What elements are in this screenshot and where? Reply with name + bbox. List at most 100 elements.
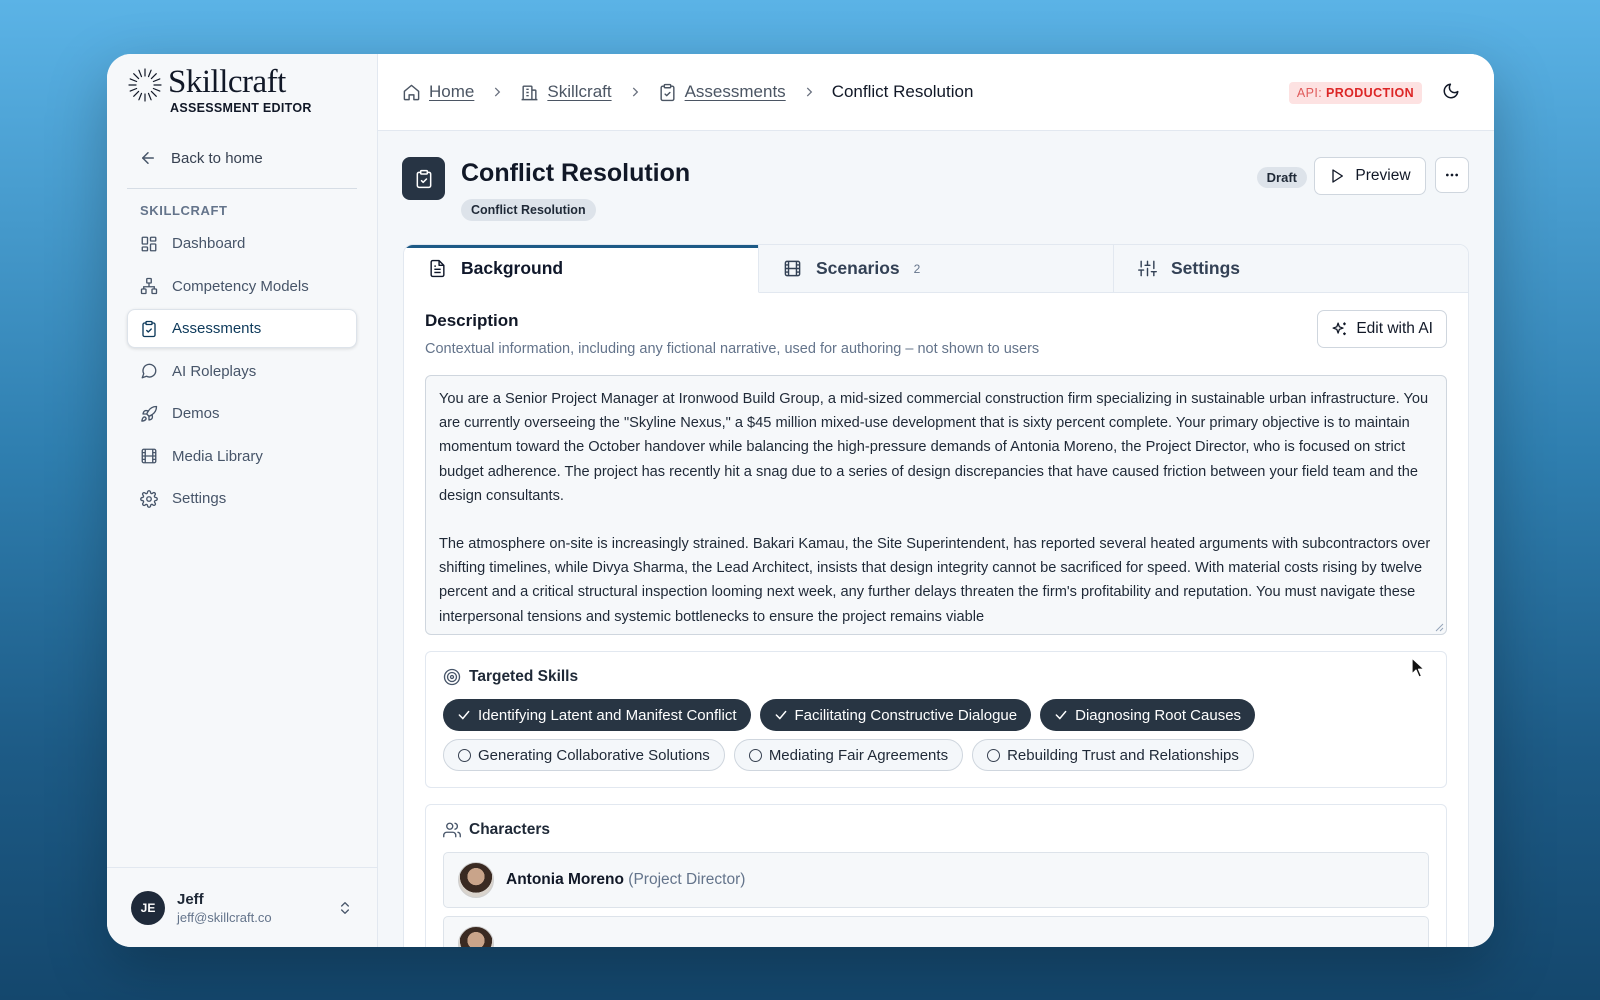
sidebar-item-label: Assessments [172,320,262,337]
skill-chip-unselected[interactable]: Rebuilding Trust and Relationships [972,739,1254,771]
sidebar-item-media-library[interactable]: Media Library [127,437,357,476]
status-badge: Draft [1256,167,1307,188]
home-icon [403,84,420,100]
sidebar-item-competency-models[interactable]: Competency Models [127,267,357,306]
preview-button[interactable]: Preview [1314,157,1426,195]
gear-icon [140,489,158,508]
skill-chips: Identifying Latent and Manifest Conflict… [443,699,1429,771]
tab-bar: Background Scenarios 2 Settings [404,245,1468,293]
skill-chip-label: Identifying Latent and Manifest Conflict [478,706,737,724]
user-name: Jeff [177,890,204,908]
page-tag: Conflict Resolution [461,199,596,221]
tab-label: Background [461,258,564,278]
description-paragraph: You are a Senior Project Manager at Iron… [439,391,1429,504]
network-icon [140,277,158,295]
skill-chip-unselected[interactable]: Generating Collaborative Solutions [443,739,725,771]
tab-count: 2 [913,261,921,276]
character-row[interactable] [443,916,1429,947]
sidebar-item-demos[interactable]: Demos [127,394,357,433]
skill-chip-label: Mediating Fair Agreements [768,746,949,764]
breadcrumb-current: Conflict Resolution [831,82,974,101]
back-to-home-label: Back to home [171,149,263,167]
breadcrumb: Home Skillcraft Assessments Conflict Res… [402,82,973,102]
api-badge-prefix: API: [1296,86,1323,100]
user-menu[interactable]: JE Jeff jeff@skillcraft.co [107,867,377,947]
more-options-button[interactable] [1435,157,1469,193]
empty-circle-icon [458,748,471,762]
moon-icon [1443,83,1459,99]
description-paragraph: The atmosphere on-site is increasingly s… [439,536,1431,625]
sidebar-divider [127,188,357,189]
clipboard-check-icon [416,169,431,188]
skill-chip-label: Rebuilding Trust and Relationships [1007,746,1239,764]
characters-title: Characters [443,821,1429,839]
top-bar: Home Skillcraft Assessments Conflict Res… [378,54,1494,131]
brand[interactable]: Skillcraft ASSESSMENT EDITOR [107,54,377,116]
characters-panel: Characters Antonia Moreno (Project Direc… [425,804,1447,947]
sunburst-logo-icon [128,68,162,102]
app-window: Skillcraft ASSESSMENT EDITOR Back to hom… [107,54,1494,947]
users-icon [443,822,461,838]
theme-toggle-button[interactable] [1442,82,1460,105]
breadcrumb-label: Assessments [684,82,786,101]
edit-with-ai-label: Edit with AI [1356,320,1433,337]
skill-chip-unselected[interactable]: Mediating Fair Agreements [733,739,964,771]
chevron-right-icon [490,85,504,99]
character-name: Antonia Moreno [506,871,624,888]
breadcrumb-skillcraft[interactable]: Skillcraft [520,82,612,102]
api-badge-env: PRODUCTION [1325,86,1414,100]
character-avatar [458,926,494,947]
user-email: jeff@skillcraft.co [177,909,272,925]
tab-label: Settings [1171,258,1241,278]
tab-scenarios[interactable]: Scenarios 2 [759,245,1114,292]
skill-chip-selected[interactable]: Identifying Latent and Manifest Conflict [443,699,751,731]
resize-handle-icon[interactable] [1434,622,1444,632]
breadcrumb-label: Skillcraft [547,82,612,101]
check-icon [1055,710,1067,720]
film-icon [141,448,157,464]
sidebar: Skillcraft ASSESSMENT EDITOR Back to hom… [107,54,378,947]
check-icon [775,710,786,720]
document-icon [430,259,445,278]
sidebar-item-ai-roleplays[interactable]: AI Roleplays [127,352,357,391]
tab-background[interactable]: Background [404,245,759,293]
target-icon [443,668,461,686]
sliders-icon [1138,260,1157,277]
sidebar-item-label: AI Roleplays [172,362,257,380]
background-tab-content: Description Contextual information, incl… [404,293,1468,947]
skill-chip-label: Generating Collaborative Solutions [478,746,710,764]
skill-chip-selected[interactable]: Facilitating Constructive Dialogue [759,699,1032,731]
arrow-left-icon [142,152,154,164]
api-environment-badge: API: PRODUCTION [1288,82,1422,104]
targeted-skills-panel: Targeted Skills Identifying Latent and M… [425,651,1447,788]
preview-button-label: Preview [1355,167,1411,184]
breadcrumb-assessments[interactable]: Assessments [658,82,786,102]
sidebar-item-dashboard[interactable]: Dashboard [127,224,357,263]
sidebar-item-assessments[interactable]: Assessments [127,309,357,348]
avatar: JE [131,890,165,925]
user-info: Jeff jeff@skillcraft.co [177,891,337,925]
editor-card: Background Scenarios 2 Settings Descript… [403,244,1469,947]
edit-with-ai-button[interactable]: Edit with AI [1317,310,1447,348]
sidebar-item-label: Dashboard [172,235,246,252]
breadcrumb-home[interactable]: Home [402,82,474,102]
chevron-right-icon [628,85,642,99]
sidebar-section-label: SKILLCRAFT [140,203,228,218]
main-content: Home Skillcraft Assessments Conflict Res… [378,54,1494,947]
skill-chip-selected[interactable]: Diagnosing Root Causes [1040,699,1256,731]
description-subtitle: Contextual information, including any fi… [425,341,1040,357]
back-to-home-link[interactable]: Back to home [127,140,357,176]
tab-settings[interactable]: Settings [1114,245,1468,292]
character-row[interactable]: Antonia Moreno (Project Director) [443,852,1429,908]
clipboard-check-icon [660,83,675,101]
skill-chip-label: Facilitating Constructive Dialogue [794,706,1018,724]
sidebar-item-settings[interactable]: Settings [127,479,357,518]
sidebar-nav: Dashboard Competency Models Assessments … [127,224,357,522]
dashboard-icon [141,236,157,251]
sidebar-item-label: Competency Models [172,277,309,295]
mouse-pointer-icon [1411,657,1425,678]
page-title: Conflict Resolution [461,159,691,187]
skill-chip-label: Diagnosing Root Causes [1075,706,1242,724]
panel-title-label: Characters [469,821,550,838]
description-textarea[interactable]: You are a Senior Project Manager at Iron… [425,375,1447,635]
